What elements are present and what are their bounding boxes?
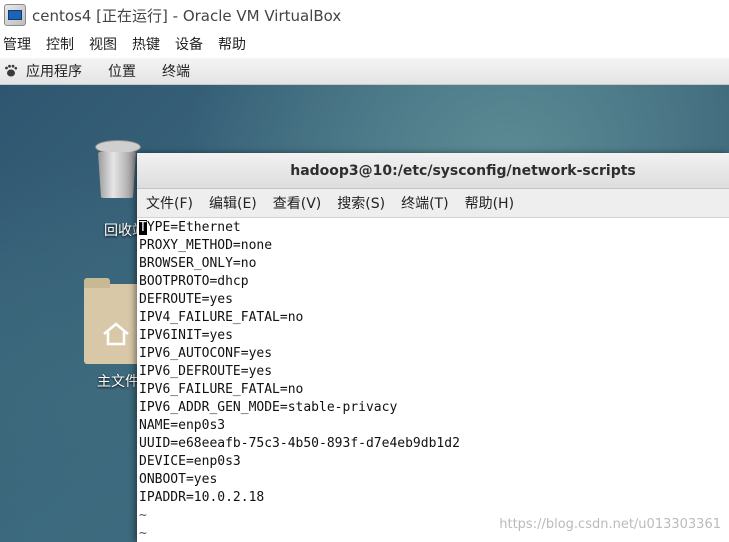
- guest-top-panel: 应用程序 位置 终端: [0, 58, 729, 85]
- terminal-line: IPV4_FAILURE_FATAL=no: [139, 310, 304, 325]
- panel-places[interactable]: 位置: [108, 61, 136, 81]
- terminal-line-text: YPE=Ethernet: [146, 220, 241, 235]
- term-menu-file[interactable]: 文件(F): [146, 193, 193, 213]
- menu-view[interactable]: 视图: [89, 34, 117, 54]
- term-menu-terminal[interactable]: 终端(T): [401, 193, 448, 213]
- trash-icon-body[interactable]: [98, 152, 136, 198]
- terminal-line: ONBOOT=yes: [139, 472, 218, 487]
- virtualbox-app-icon: [4, 4, 26, 26]
- terminal-line: TYPE=Ethernet: [139, 219, 727, 237]
- terminal-line: IPV6_AUTOCONF=yes: [139, 346, 273, 361]
- terminal-line: BOOTPROTO=dhcp: [139, 274, 249, 289]
- terminal-line: BROWSER_ONLY=no: [139, 256, 257, 271]
- terminal-line: IPV6INIT=yes: [139, 328, 233, 343]
- vbox-menubar: 管理 控制 视图 热键 设备 帮助: [0, 30, 729, 58]
- menu-devices[interactable]: 设备: [175, 34, 203, 54]
- terminal-window[interactable]: hadoop3@10:/etc/sysconfig/network-script…: [137, 153, 729, 542]
- terminal-line: NAME=enp0s3: [139, 418, 226, 433]
- window-title: centos4 [正在运行] - Oracle VM VirtualBox: [32, 6, 342, 25]
- terminal-menubar: 文件(F) 编辑(E) 查看(V) 搜索(S) 终端(T) 帮助(H): [137, 189, 729, 218]
- panel-applications[interactable]: 应用程序: [26, 61, 82, 81]
- terminal-line: UUID=e68eeafb-75c3-4b50-893f-d7e4eb9db1d…: [139, 436, 460, 451]
- terminal-line: DEVICE=enp0s3: [139, 454, 241, 469]
- terminal-line: IPV6_FAILURE_FATAL=no: [139, 382, 304, 397]
- terminal-body[interactable]: TYPE=Ethernet PROXY_METHOD=none BROWSER_…: [139, 219, 727, 542]
- terminal-line: PROXY_METHOD=none: [139, 238, 273, 253]
- trash-icon[interactable]: [95, 140, 141, 154]
- menu-help[interactable]: 帮助: [218, 34, 246, 54]
- text-cursor: T: [139, 220, 147, 235]
- watermark: https://blog.csdn.net/u013303361: [499, 517, 721, 532]
- term-menu-edit[interactable]: 编辑(E): [209, 193, 257, 213]
- terminal-line: DEFROUTE=yes: [139, 292, 233, 307]
- panel-terminal[interactable]: 终端: [162, 61, 190, 81]
- terminal-titlebar[interactable]: hadoop3@10:/etc/sysconfig/network-script…: [137, 153, 729, 189]
- vbox-titlebar: centos4 [正在运行] - Oracle VM VirtualBox: [0, 0, 729, 30]
- term-menu-search[interactable]: 搜索(S): [337, 193, 385, 213]
- menu-manage[interactable]: 管理: [3, 34, 31, 54]
- terminal-line: IPV6_DEFROUTE=yes: [139, 364, 273, 379]
- terminal-line: IPV6_ADDR_GEN_MODE=stable-privacy: [139, 400, 398, 415]
- menu-control[interactable]: 控制: [46, 34, 74, 54]
- terminal-title: hadoop3@10:/etc/sysconfig/network-script…: [290, 162, 636, 179]
- home-folder-icon[interactable]: [84, 278, 142, 364]
- gnome-foot-icon: [4, 64, 18, 78]
- menu-hotkeys[interactable]: 热键: [132, 34, 160, 54]
- term-menu-view[interactable]: 查看(V): [273, 193, 322, 213]
- term-menu-help[interactable]: 帮助(H): [465, 193, 514, 213]
- terminal-line: IPADDR=10.0.2.18: [139, 490, 265, 505]
